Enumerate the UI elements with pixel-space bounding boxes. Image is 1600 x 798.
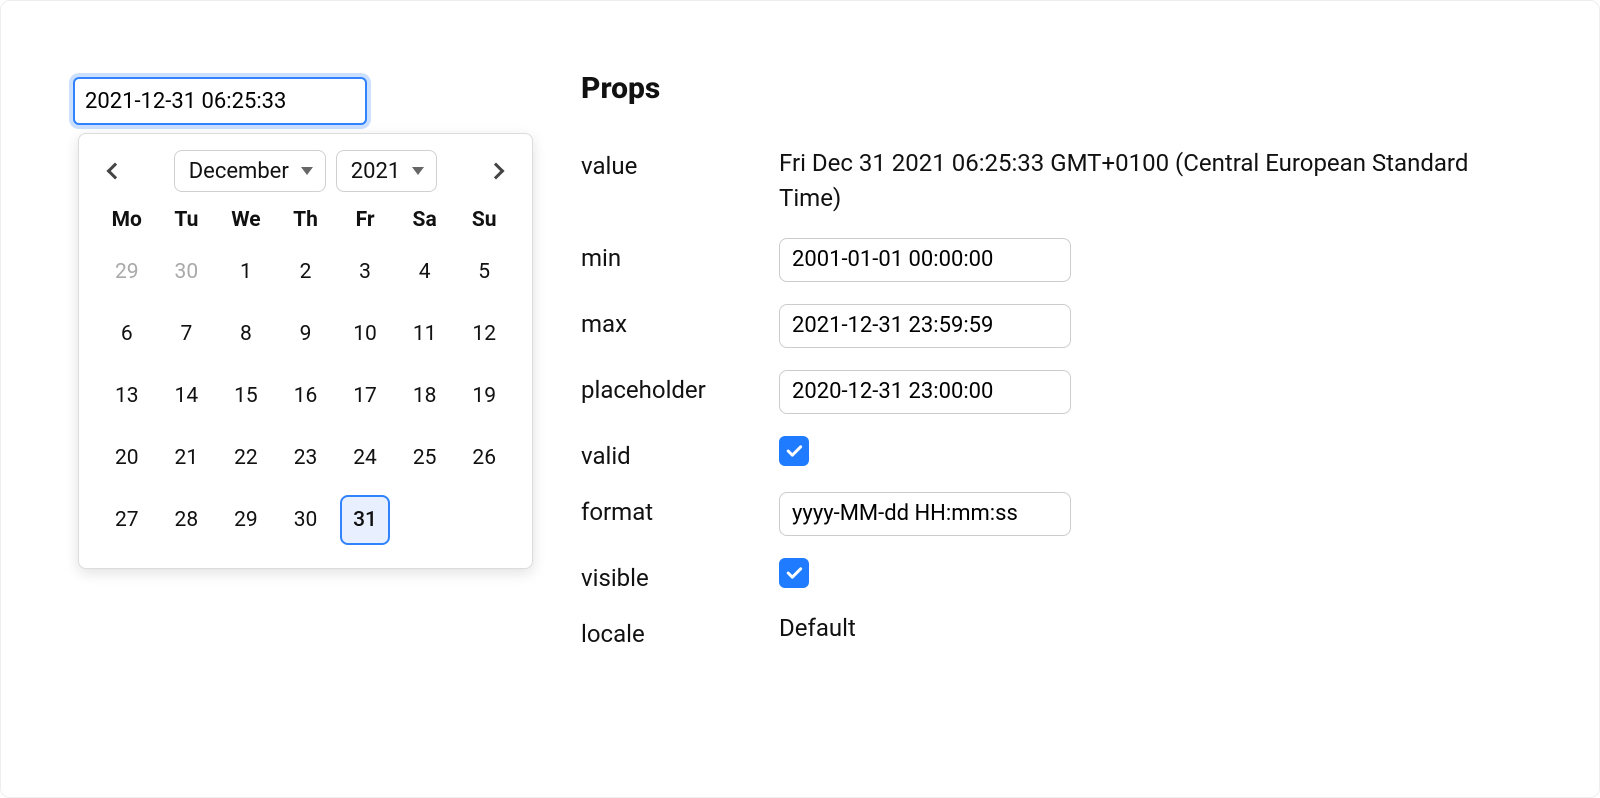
calendar-day[interactable]: 29 xyxy=(216,498,276,542)
calendar-day[interactable]: 9 xyxy=(276,312,336,356)
calendar-day[interactable]: 23 xyxy=(276,436,336,480)
calendar-day[interactable]: 3 xyxy=(335,250,395,294)
calendar-day[interactable]: 17 xyxy=(335,374,395,418)
weekday-header: Mo xyxy=(97,208,157,232)
calendar-day[interactable]: 13 xyxy=(97,374,157,418)
min-input[interactable] xyxy=(779,238,1071,282)
valid-checkbox[interactable] xyxy=(779,436,809,466)
prev-month-button[interactable] xyxy=(97,153,133,189)
weekday-header: Sa xyxy=(395,208,455,232)
calendar-day[interactable]: 10 xyxy=(335,312,395,356)
chevron-left-icon xyxy=(107,163,124,180)
year-select-label: 2021 xyxy=(351,159,400,184)
prop-label: placeholder xyxy=(581,370,779,404)
calendar-popup: December 2021 MoTuWeThFrSaSu293012345678… xyxy=(78,133,533,569)
calendar-day[interactable]: 26 xyxy=(454,436,514,480)
prop-label: min xyxy=(581,238,779,272)
datetime-input[interactable] xyxy=(73,77,367,125)
calendar-day[interactable]: 4 xyxy=(395,250,455,294)
datepicker-area: December 2021 MoTuWeThFrSaSu293012345678… xyxy=(73,77,533,125)
calendar-day[interactable]: 18 xyxy=(395,374,455,418)
calendar-day[interactable]: 25 xyxy=(395,436,455,480)
calendar-day[interactable]: 30 xyxy=(276,498,336,542)
calendar-day[interactable]: 7 xyxy=(157,312,217,356)
prop-label: format xyxy=(581,492,779,526)
demo-frame: December 2021 MoTuWeThFrSaSu293012345678… xyxy=(0,0,1600,798)
month-select[interactable]: December xyxy=(174,150,326,192)
calendar-day[interactable]: 27 xyxy=(97,498,157,542)
weekday-header: Su xyxy=(454,208,514,232)
calendar-day[interactable]: 22 xyxy=(216,436,276,480)
calendar-day[interactable]: 5 xyxy=(454,250,514,294)
prop-value-text: Fri Dec 31 2021 06:25:33 GMT+0100 (Centr… xyxy=(779,146,1499,216)
prop-row-min: min xyxy=(581,238,1559,282)
calendar-day[interactable]: 19 xyxy=(454,374,514,418)
caret-down-icon xyxy=(412,167,424,175)
check-icon xyxy=(784,563,804,583)
prop-label: max xyxy=(581,304,779,338)
calendar-day[interactable]: 14 xyxy=(157,374,217,418)
calendar-day[interactable]: 30 xyxy=(157,250,217,294)
max-input[interactable] xyxy=(779,304,1071,348)
visible-checkbox[interactable] xyxy=(779,558,809,588)
calendar-day[interactable]: 11 xyxy=(395,312,455,356)
format-input[interactable] xyxy=(779,492,1071,536)
calendar-day[interactable]: 20 xyxy=(97,436,157,480)
calendar-day[interactable]: 16 xyxy=(276,374,336,418)
month-select-label: December xyxy=(189,159,289,184)
calendar-day[interactable]: 8 xyxy=(216,312,276,356)
weekday-header: Th xyxy=(276,208,336,232)
prop-row-max: max xyxy=(581,304,1559,348)
calendar-day[interactable]: 1 xyxy=(216,250,276,294)
calendar-day[interactable]: 24 xyxy=(335,436,395,480)
month-year-selects: December 2021 xyxy=(174,150,438,192)
year-select[interactable]: 2021 xyxy=(336,150,437,192)
weekday-header: We xyxy=(216,208,276,232)
placeholder-input[interactable] xyxy=(779,370,1071,414)
prop-label: value xyxy=(581,146,779,180)
calendar-day-selected[interactable]: 31 xyxy=(340,495,390,545)
weekday-header: Tu xyxy=(157,208,217,232)
prop-row-locale: locale Default xyxy=(581,614,1559,648)
calendar-day[interactable]: 12 xyxy=(454,312,514,356)
prop-row-visible: visible xyxy=(581,558,1559,592)
calendar-day[interactable]: 15 xyxy=(216,374,276,418)
next-month-button[interactable] xyxy=(478,153,514,189)
calendar-day[interactable]: 29 xyxy=(97,250,157,294)
calendar-day[interactable]: 2 xyxy=(276,250,336,294)
calendar-day[interactable]: 28 xyxy=(157,498,217,542)
prop-label: valid xyxy=(581,436,779,470)
check-icon xyxy=(784,441,804,461)
locale-value: Default xyxy=(779,614,1559,642)
props-heading: Props xyxy=(581,71,1559,106)
prop-row-placeholder: placeholder xyxy=(581,370,1559,414)
calendar-header: December 2021 xyxy=(97,150,514,192)
calendar-grid: MoTuWeThFrSaSu29301234567891011121314151… xyxy=(97,208,514,542)
prop-label: locale xyxy=(581,614,779,648)
weekday-header: Fr xyxy=(335,208,395,232)
chevron-right-icon xyxy=(488,163,505,180)
props-panel: Props value Fri Dec 31 2021 06:25:33 GMT… xyxy=(581,71,1559,670)
prop-row-format: format xyxy=(581,492,1559,536)
prop-row-value: value Fri Dec 31 2021 06:25:33 GMT+0100 … xyxy=(581,146,1559,216)
calendar-day[interactable]: 6 xyxy=(97,312,157,356)
caret-down-icon xyxy=(301,167,313,175)
prop-label: visible xyxy=(581,558,779,592)
calendar-day[interactable]: 21 xyxy=(157,436,217,480)
prop-row-valid: valid xyxy=(581,436,1559,470)
